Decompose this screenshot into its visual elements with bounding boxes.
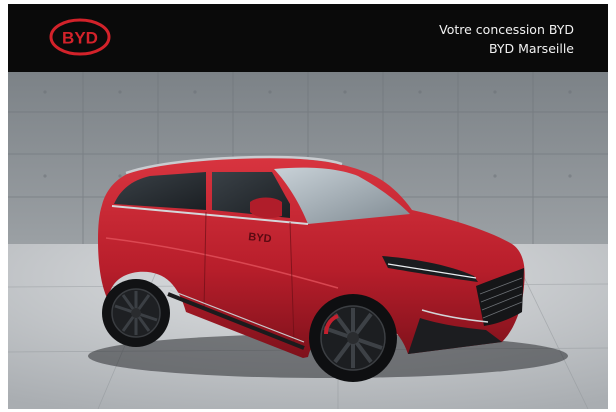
front-wheel [309,294,397,382]
listing-frame: BYD Votre concession BYD BYD Marseille B… [8,4,608,409]
car-photo: BYD [8,72,608,409]
dealer-line-1: Votre concession BYD [439,22,574,37]
byd-logo: BYD [49,18,111,56]
rear-wheel [102,279,170,347]
logo-text: BYD [62,29,98,48]
dealer-line-2: BYD Marseille [488,41,574,56]
car-side-badge: BYD [248,231,272,245]
dealer-header: BYD Votre concession BYD BYD Marseille [8,4,608,72]
dealer-info: Votre concession BYD BYD Marseille [439,20,574,58]
